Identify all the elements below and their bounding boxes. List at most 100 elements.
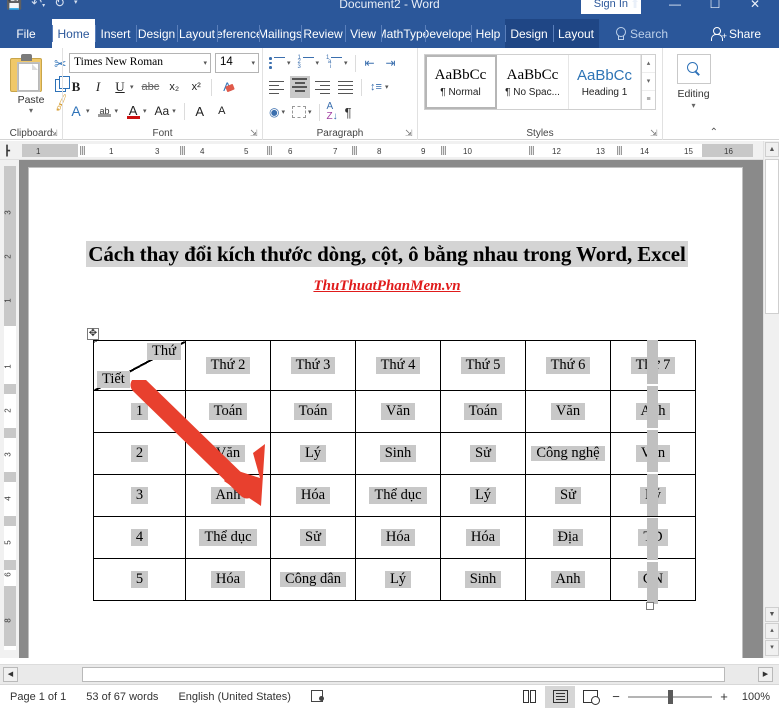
table-cell[interactable]: Văn	[355, 390, 441, 433]
table-move-handle[interactable]: ✥	[87, 328, 99, 340]
grow-font-button[interactable]: A	[193, 102, 207, 120]
table-col-header[interactable]: Thứ 6	[525, 340, 611, 391]
clear-formatting-icon[interactable]: A	[220, 78, 234, 96]
language-indicator[interactable]: English (United States)	[168, 691, 301, 703]
table-cell[interactable]: Toán	[440, 390, 526, 433]
subscript-button[interactable]: x₂	[167, 78, 181, 96]
table-col-header[interactable]: Thứ 5	[440, 340, 526, 391]
paragraph-dialog-launcher[interactable]: ⇲	[405, 129, 414, 138]
table-corner-cell[interactable]: Thứ Tiết	[93, 340, 186, 391]
table-col-header[interactable]: Thứ 4	[355, 340, 441, 391]
search-box[interactable]: Search	[607, 19, 676, 48]
numbering-icon[interactable]: 123	[298, 55, 314, 70]
font-size-chevron-down-icon[interactable]: ▾	[251, 59, 255, 67]
table-cell[interactable]: Sử	[270, 516, 356, 559]
table-row[interactable]: 4 Thể dục Sử Hóa Hóa Địa TD	[93, 516, 696, 559]
sort-icon[interactable]: A Z↓	[327, 102, 338, 122]
tab-help[interactable]: Help	[471, 19, 505, 48]
shading-icon[interactable]: ◉	[269, 105, 279, 119]
horizontal-scrollbar[interactable]: ◀ ▶	[0, 664, 779, 684]
table-cell[interactable]: Toán	[185, 390, 271, 433]
styles-scroll-down-icon[interactable]: ▾	[642, 73, 655, 91]
table-cell[interactable]: Hóa	[440, 516, 526, 559]
horizontal-ruler-track[interactable]: 1 1 3 4 5 6 7 8 9 10 12 13 14 15 16 17	[22, 144, 753, 157]
table-cell-period[interactable]: 5	[93, 558, 186, 601]
change-case-button[interactable]: Aa	[155, 102, 170, 120]
font-name-input[interactable]: Times New Roman ▾	[69, 53, 211, 73]
scroll-down-icon[interactable]: ▼	[765, 607, 779, 622]
tab-layout[interactable]: Layout	[177, 19, 217, 48]
tab-review[interactable]: Review	[301, 19, 345, 48]
word-count[interactable]: 53 of 67 words	[76, 691, 168, 703]
numbering-chevron-down-icon[interactable]: ▾	[316, 59, 320, 67]
tab-table-design[interactable]: Design	[505, 19, 553, 48]
underline-button[interactable]: U	[113, 78, 127, 96]
zoom-in-button[interactable]: +	[719, 689, 729, 704]
table-cell[interactable]: Văn	[525, 390, 611, 433]
zoom-slider[interactable]	[628, 689, 712, 704]
editing-chevron-down-icon[interactable]: ▾	[663, 101, 724, 110]
text-highlight-button[interactable]: ab	[98, 102, 112, 120]
table-cell-period[interactable]: 2	[93, 432, 186, 475]
table-cell-period[interactable]: 4	[93, 516, 186, 559]
scroll-up-icon[interactable]: ▲	[765, 142, 779, 157]
superscript-button[interactable]: x²	[189, 78, 203, 96]
minimize-icon[interactable]: —	[655, 0, 695, 12]
table-row[interactable]: 3 Anh Hóa Thể dục Lý Sử Lý	[93, 474, 696, 517]
table-resize-handle[interactable]	[646, 602, 654, 610]
align-center-button[interactable]	[290, 76, 310, 98]
decrease-indent-icon[interactable]: ⇤	[363, 54, 377, 72]
table-cell[interactable]: Hóa	[270, 474, 356, 517]
table-cell-period[interactable]: 3	[93, 474, 186, 517]
table-col-header[interactable]: Thứ 2	[185, 340, 271, 391]
font-dialog-launcher[interactable]: ⇲	[250, 129, 259, 138]
table-row-header[interactable]: Thứ Tiết Thứ 2 Thứ 3 Thứ 4 Thứ 5 Thứ 6 T…	[93, 340, 696, 391]
print-layout-button[interactable]	[545, 685, 575, 708]
document-page[interactable]: Cách thay đổi kích thước dòng, cột, ô bằ…	[29, 168, 742, 658]
tab-mathtype[interactable]: MathType	[381, 19, 425, 48]
document-canvas[interactable]: Cách thay đổi kích thước dòng, cột, ô bằ…	[19, 160, 763, 658]
table-cell[interactable]: Văn	[185, 432, 271, 475]
style-heading-1[interactable]: AaBbCc Heading 1	[569, 55, 641, 109]
table-cell[interactable]: Toán	[270, 390, 356, 433]
text-effects-button[interactable]: A	[69, 102, 83, 120]
tab-home[interactable]: Home	[52, 19, 95, 48]
share-button[interactable]: + Share	[710, 19, 771, 48]
underline-chevron-down-icon[interactable]: ▾	[130, 83, 134, 91]
italic-button[interactable]: I	[91, 78, 105, 96]
tab-mailings[interactable]: Mailings	[259, 19, 301, 48]
tab-references[interactable]: References	[217, 19, 259, 48]
table-row[interactable]: 1 Toán Toán Văn Toán Văn Anh	[93, 390, 696, 433]
tab-developer[interactable]: Developer	[425, 19, 471, 48]
table-cell[interactable]: Địa	[525, 516, 611, 559]
table-cell[interactable]: Công dân	[270, 558, 356, 601]
bullets-icon[interactable]	[269, 56, 285, 70]
shading-chevron-down-icon[interactable]: ▾	[281, 108, 285, 116]
borders-chevron-down-icon[interactable]: ▾	[308, 108, 312, 116]
style-no-spacing[interactable]: AaBbCc ¶ No Spac...	[497, 55, 569, 109]
table-cell[interactable]: Anh	[525, 558, 611, 601]
schedule-table[interactable]: Thứ Tiết Thứ 2 Thứ 3 Thứ 4 Thứ 5 Thứ 6 T…	[93, 340, 696, 601]
ribbon-display-options-icon[interactable]: ⬆	[615, 0, 655, 12]
vertical-scroll-thumb[interactable]	[765, 159, 779, 314]
scroll-right-icon[interactable]: ▶	[758, 667, 773, 682]
styles-dialog-launcher[interactable]: ⇲	[650, 129, 659, 138]
read-mode-button[interactable]	[515, 686, 545, 708]
zoom-level[interactable]: 100%	[736, 691, 770, 703]
previous-page-icon[interactable]: ▴	[765, 623, 779, 639]
page-indicator[interactable]: Page 1 of 1	[0, 691, 76, 703]
highlight-chevron-down-icon[interactable]: ▾	[115, 107, 119, 115]
font-size-input[interactable]: 14 ▾	[215, 53, 259, 73]
borders-icon[interactable]	[292, 106, 306, 118]
style-normal[interactable]: AaBbCc ¶ Normal	[425, 55, 497, 109]
font-color-button[interactable]: A	[126, 102, 140, 120]
table-cell[interactable]: Sinh	[355, 432, 441, 475]
table-cell[interactable]: Hóa	[355, 516, 441, 559]
paste-dropdown-icon[interactable]: ▾	[0, 106, 62, 115]
table-cell[interactable]: Thể dục	[185, 516, 271, 559]
close-icon[interactable]: ✕	[735, 0, 775, 12]
multilevel-list-icon[interactable]: 1ai	[326, 55, 343, 70]
line-spacing-icon[interactable]: ↕≡	[369, 78, 383, 96]
align-left-icon[interactable]	[269, 80, 285, 95]
increase-indent-icon[interactable]: ⇥	[384, 54, 398, 72]
